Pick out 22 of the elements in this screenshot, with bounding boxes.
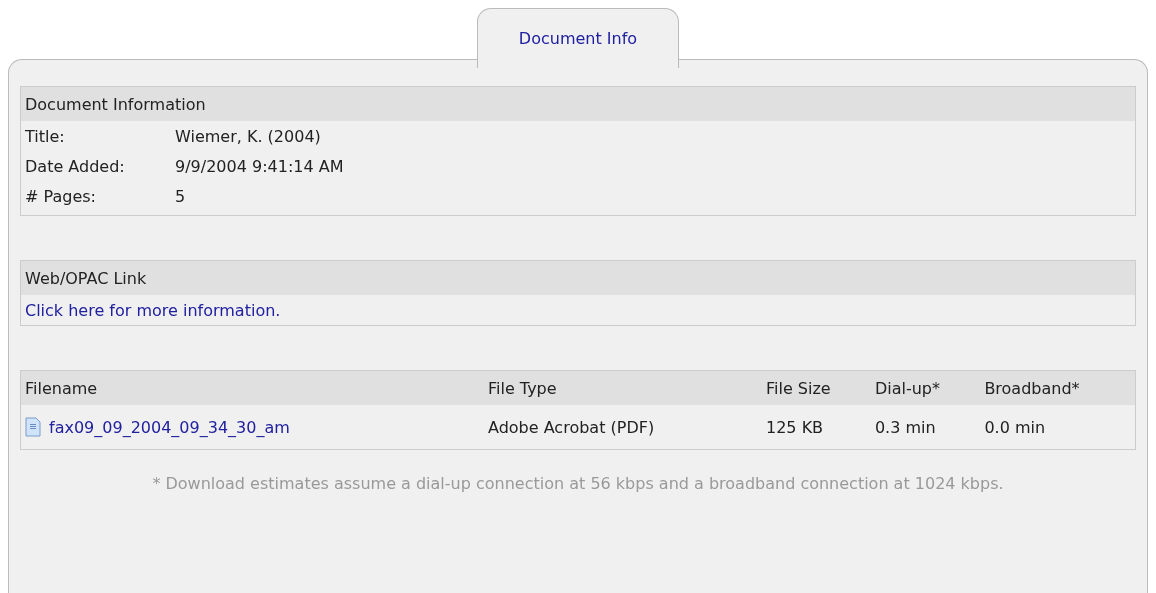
- file-link[interactable]: fax09_09_2004_09_34_30_am: [49, 417, 290, 437]
- column-header: Filename: [25, 378, 98, 398]
- column-header: Broadband*: [984, 378, 1080, 398]
- field-value: 9/9/2004 9:41:14 AM: [175, 156, 344, 176]
- field-value: 5: [175, 186, 186, 206]
- more-info-link[interactable]: Click here for more information.: [25, 300, 281, 320]
- field-label: # Pages:: [25, 186, 97, 206]
- field-label: Title:: [25, 126, 66, 146]
- field-value: Wiemer, K. (2004): [175, 126, 321, 146]
- table-cell: 0.0 min: [984, 417, 1046, 437]
- footnote: * Download estimates assume a dial-up connection at 56 kbps and a broadband connection at 1024 kbps.: [151, 473, 1005, 495]
- document-icon: [25, 417, 41, 437]
- table-cell: 125 KB: [766, 417, 824, 437]
- column-header: File Type: [488, 378, 557, 398]
- section-heading: Document Information: [25, 94, 206, 114]
- column-header: Dial-up*: [874, 378, 940, 398]
- table-cell: 0.3 min: [874, 417, 936, 437]
- column-header: File Size: [766, 378, 831, 398]
- tab[interactable]: Document Info: [477, 8, 679, 68]
- section-heading: Web/OPAC Link: [25, 268, 147, 288]
- field-label: Date Added:: [25, 156, 126, 176]
- table-cell: Adobe Acrobat (PDF): [488, 417, 655, 437]
